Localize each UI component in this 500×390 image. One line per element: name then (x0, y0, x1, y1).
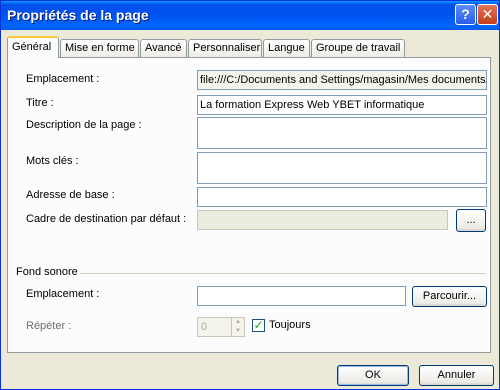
base-url-field[interactable] (197, 187, 487, 207)
repeat-label: Répéter : (26, 320, 72, 332)
always-label: Toujours (269, 319, 311, 331)
sound-section-label: Fond sonore (16, 266, 78, 278)
help-icon[interactable]: ? (455, 4, 476, 25)
location-label: Emplacement : (26, 73, 100, 85)
tab-advanced[interactable]: Avancé (140, 39, 187, 58)
tab-general[interactable]: Général (7, 36, 59, 58)
target-frame-button-label: ... (466, 214, 476, 226)
repeat-value: 0 (201, 321, 208, 333)
sound-location-label: Emplacement : (26, 288, 100, 300)
title-label: Titre : (26, 97, 54, 109)
title-bar[interactable]: Propriétés de la page ? ✕ (1, 1, 499, 30)
stepper-down-icon[interactable]: ▼ (232, 327, 244, 336)
keywords-label: Mots clés : (26, 155, 79, 167)
cancel-button[interactable]: Annuler (419, 365, 494, 386)
target-frame-label: Cadre de destination par défaut : (26, 213, 187, 225)
target-frame-button[interactable]: ... (456, 209, 486, 232)
base-url-label: Adresse de base : (26, 189, 115, 201)
browse-button-label: Parcourir... (422, 290, 477, 302)
general-tab-panel: Emplacement : file:///C:/Documents and S… (7, 57, 491, 353)
cancel-button-label: Annuler (437, 369, 476, 381)
location-field[interactable]: file:///C:/Documents and Settings/magasi… (197, 70, 487, 90)
browse-button[interactable]: Parcourir... (412, 286, 487, 307)
title-field[interactable]: La formation Express Web YBET informatiq… (197, 95, 487, 115)
ok-button-label: OK (365, 369, 381, 381)
description-label: Description de la page : (26, 119, 142, 131)
window-title: Propriétés de la page (7, 7, 149, 23)
repeat-stepper[interactable]: 0 ▲ ▼ (197, 317, 245, 337)
stepper-arrows[interactable]: ▲ ▼ (231, 318, 244, 336)
target-frame-field[interactable] (197, 210, 448, 230)
sound-section-divider (80, 273, 486, 274)
stepper-up-icon[interactable]: ▲ (232, 318, 244, 327)
page-properties-dialog: Propriétés de la page ? ✕ Général Mise e… (0, 0, 500, 390)
checkmark-icon: ✓ (253, 318, 264, 332)
tab-workgroup[interactable]: Groupe de travail (311, 39, 405, 58)
always-checkbox[interactable]: ✓ (252, 319, 265, 332)
tab-formatting[interactable]: Mise en forme (60, 39, 139, 58)
tab-language[interactable]: Langue (263, 39, 310, 58)
description-field[interactable] (197, 117, 487, 149)
sound-location-field[interactable] (197, 286, 406, 306)
tab-customize[interactable]: Personnaliser (188, 39, 262, 58)
ok-button[interactable]: OK (337, 365, 409, 386)
keywords-field[interactable] (197, 152, 487, 184)
close-icon[interactable]: ✕ (477, 4, 498, 25)
